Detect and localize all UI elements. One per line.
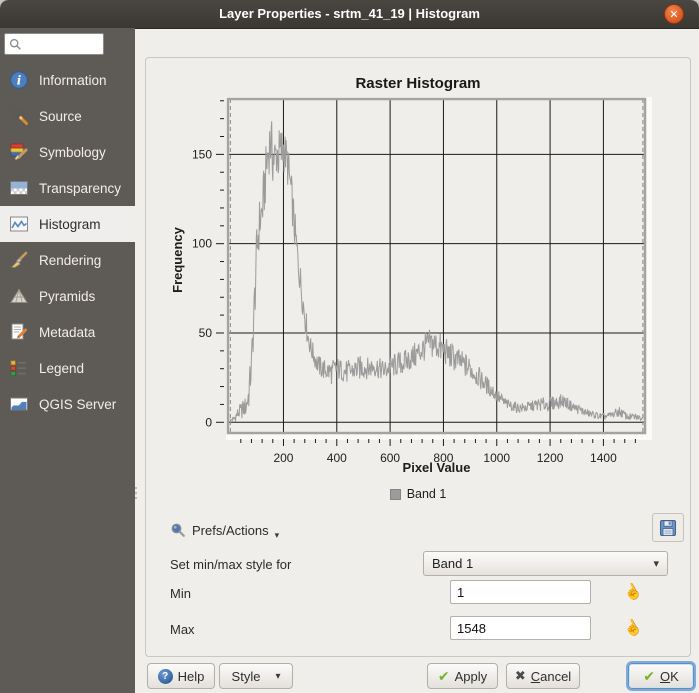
window-title: Layer Properties - srtm_41_19 | Histogra… (0, 0, 699, 28)
sidebar-item-pyramids[interactable]: Pyramids (0, 278, 135, 314)
x-axis-title: Pixel Value (228, 460, 645, 475)
sidebar-item-histogram[interactable]: Histogram (0, 206, 135, 242)
legend-swatch (390, 489, 401, 500)
max-label: Max (170, 622, 195, 637)
save-button[interactable] (652, 513, 684, 542)
style-button[interactable]: Style ▾ (219, 663, 293, 689)
check-icon: ✔ (438, 668, 450, 685)
prefs-actions-button[interactable]: Prefs/Actions ▾ (170, 517, 279, 543)
search-input[interactable] (25, 35, 105, 55)
sidebar-item-label: Pyramids (39, 289, 95, 304)
titlebar: Layer Properties - srtm_41_19 | Histogra… (0, 0, 699, 29)
information-icon: i (8, 69, 30, 91)
set-minmax-label: Set min/max style for (170, 557, 291, 572)
sidebar-item-label: Rendering (39, 253, 101, 268)
cancel-button-label: Cancel (531, 669, 571, 684)
ok-button-label: OK (660, 669, 679, 684)
help-icon: ? (158, 669, 173, 684)
cancel-button[interactable]: ✖ Cancel (506, 663, 580, 689)
y-tick-label: 150 (192, 147, 212, 161)
help-button[interactable]: ? Help (147, 663, 215, 689)
sidebar-nav: i Information Source Symbology Transpare… (0, 62, 135, 422)
search-icon (9, 38, 22, 51)
sidebar-item-legend[interactable]: Legend (0, 350, 135, 386)
save-icon (659, 519, 677, 537)
close-icon[interactable]: ✕ (664, 4, 684, 24)
histogram-plot[interactable]: 200400600800100012001400050100150 (145, 60, 692, 510)
style-button-label: Style (232, 669, 261, 684)
qgis-server-icon (8, 393, 30, 415)
sidebar-item-label: QGIS Server (39, 397, 116, 412)
cross-icon: ✖ (515, 668, 526, 684)
check-icon: ✔ (643, 668, 655, 685)
y-axis-title: Frequency (170, 200, 186, 320)
rendering-icon (8, 249, 30, 271)
sidebar-item-label: Transparency (39, 181, 121, 196)
max-pick-button[interactable]: ☝ (620, 616, 644, 640)
min-label: Min (170, 586, 191, 601)
band-select[interactable]: Band 1 ▾ (423, 551, 668, 576)
sidebar-splitter-handle[interactable] (133, 482, 138, 504)
sidebar-item-label: Legend (39, 361, 84, 376)
ok-button[interactable]: ✔ OK (628, 663, 694, 689)
hand-pointer-icon: ☝ (620, 616, 645, 641)
legend-label: Band 1 (407, 487, 447, 501)
sidebar: i Information Source Symbology Transpare… (0, 28, 135, 693)
sidebar-item-metadata[interactable]: Metadata (0, 314, 135, 350)
chevron-down-icon: ▾ (653, 557, 659, 570)
sidebar-item-rendering[interactable]: Rendering (0, 242, 135, 278)
sidebar-item-symbology[interactable]: Symbology (0, 134, 135, 170)
svg-text:i: i (17, 74, 22, 88)
menu-caret-icon: ▾ (275, 530, 280, 541)
help-button-label: Help (178, 669, 205, 684)
histogram-icon (8, 213, 30, 235)
apply-button[interactable]: ✔ Apply (427, 663, 498, 689)
sidebar-item-label: Symbology (39, 145, 106, 160)
hand-pointer-icon: ☝ (620, 580, 645, 605)
chart-legend: Band 1 (145, 487, 691, 501)
y-tick-label: 50 (199, 326, 213, 340)
layer-properties-dialog: Layer Properties - srtm_41_19 | Histogra… (0, 0, 699, 693)
metadata-icon (8, 321, 30, 343)
min-input[interactable] (450, 580, 591, 604)
sidebar-item-label: Histogram (39, 217, 101, 232)
y-tick-label: 100 (192, 237, 212, 251)
sidebar-item-source[interactable]: Source (0, 98, 135, 134)
y-tick-label: 0 (205, 415, 212, 429)
sidebar-item-label: Information (39, 73, 107, 88)
apply-button-label: Apply (455, 669, 488, 684)
transparency-icon (8, 177, 30, 199)
pyramids-icon (8, 285, 30, 307)
legend-icon (8, 357, 30, 379)
prefs-actions-label: Prefs/Actions (192, 523, 269, 538)
sidebar-item-label: Source (39, 109, 82, 124)
band-select-value: Band 1 (432, 556, 473, 571)
symbology-icon (8, 141, 30, 163)
sidebar-search (4, 33, 104, 55)
sidebar-item-information[interactable]: i Information (0, 62, 135, 98)
source-icon (8, 105, 30, 127)
sidebar-item-label: Metadata (39, 325, 95, 340)
max-input[interactable] (450, 616, 591, 640)
sidebar-item-qgis-server[interactable]: QGIS Server (0, 386, 135, 422)
plot-background (228, 99, 645, 433)
min-pick-button[interactable]: ☝ (620, 580, 644, 604)
sidebar-item-transparency[interactable]: Transparency (0, 170, 135, 206)
prefs-magnifier-icon (170, 522, 186, 538)
chevron-down-icon: ▾ (275, 671, 280, 682)
